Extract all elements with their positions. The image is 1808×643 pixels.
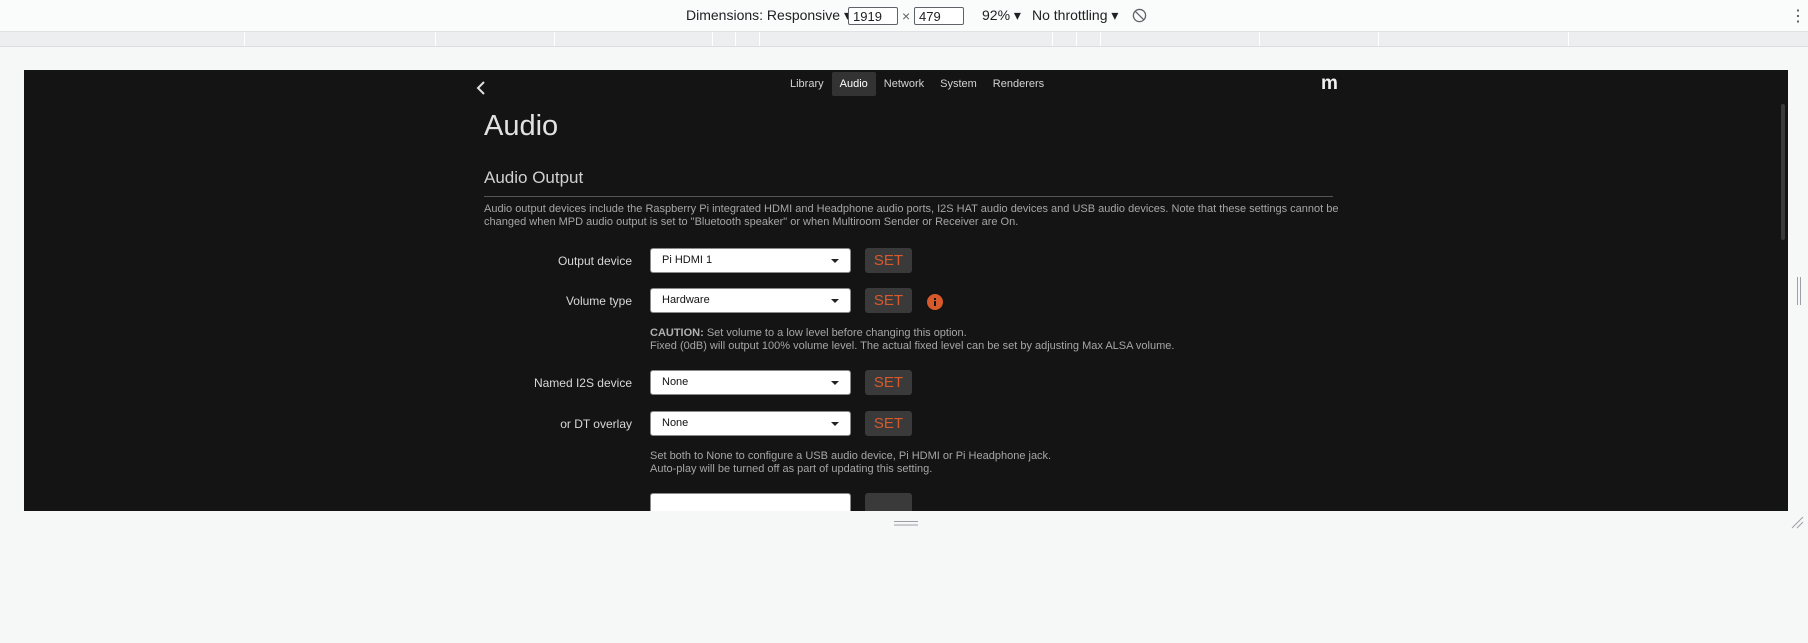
viewport-width-input[interactable]: 1919 [848, 7, 898, 25]
tab-audio[interactable]: Audio [831, 72, 876, 96]
caution-note: CAUTION: Set volume to a low level befor… [650, 327, 1174, 353]
overlay-note-line2: Auto-play will be turned off as part of … [650, 463, 933, 475]
media-query-ruler [0, 32, 1808, 47]
caret-down-icon [831, 381, 839, 385]
ruler-divider [1259, 32, 1260, 46]
caution-line2: Fixed (0dB) will output 100% volume leve… [650, 340, 1175, 352]
ruler-divider [735, 32, 736, 46]
caret-down-icon [831, 422, 839, 426]
page-title: Audio [484, 110, 559, 142]
caution-line1: Set volume to a low level before changin… [703, 327, 967, 339]
overlay-note: Set both to None to configure a USB audi… [650, 450, 1051, 476]
ruler-divider [1568, 32, 1569, 46]
ruler-divider [712, 32, 713, 46]
times-sign: × [902, 8, 911, 24]
resize-width-handle[interactable] [1796, 277, 1802, 305]
info-icon[interactable] [927, 294, 943, 310]
section-divider [484, 196, 1333, 197]
resize-corner-icon[interactable] [1790, 515, 1804, 529]
caret-down-icon [831, 299, 839, 303]
named-i2s-label: Named I2S device [533, 376, 632, 390]
back-chevron-icon[interactable] [472, 78, 492, 98]
overlay-note-line1: Set both to None to configure a USB audi… [650, 450, 1052, 462]
tab-network[interactable]: Network [876, 72, 932, 96]
named-i2s-select[interactable]: None [650, 370, 851, 395]
throttling-dropdown[interactable]: No throttling ▾ [1032, 7, 1118, 24]
select-value: None [662, 417, 689, 429]
ruler-divider [554, 32, 555, 46]
dt-overlay-select[interactable]: None [650, 411, 851, 436]
tab-system[interactable]: System [932, 72, 985, 96]
settings-nav: Library Audio Network System Renderers [782, 72, 1052, 96]
caret-down-icon [831, 259, 839, 263]
page-scrollbar[interactable] [1781, 104, 1785, 240]
ruler-divider [1076, 32, 1077, 46]
ruler-divider [1052, 32, 1053, 46]
named-i2s-set-button[interactable]: SET [865, 370, 912, 395]
tab-library[interactable]: Library [782, 72, 832, 96]
next-setting-set-button[interactable] [865, 493, 912, 511]
volume-type-select[interactable]: Hardware [650, 288, 851, 313]
viewport-height-input[interactable]: 479 [914, 7, 964, 25]
ruler-divider [1100, 32, 1101, 46]
rotate-icon[interactable] [1132, 8, 1147, 23]
moode-logo[interactable]: m [1321, 73, 1338, 95]
dimensions-dropdown[interactable]: Dimensions: Responsive ▾ [686, 7, 851, 24]
output-device-label: Output device [557, 254, 632, 268]
next-setting-select[interactable] [650, 493, 851, 511]
dt-overlay-set-button[interactable]: SET [865, 411, 912, 436]
devtools-device-toolbar: Dimensions: Responsive ▾ 1919 × 479 92% … [0, 0, 1808, 32]
output-device-set-button[interactable]: SET [865, 248, 912, 273]
section-title: Audio Output [484, 168, 584, 187]
output-device-select[interactable]: Pi HDMI 1 [650, 248, 851, 273]
tab-renderers[interactable]: Renderers [985, 72, 1052, 96]
section-description: Audio output devices include the Raspber… [484, 203, 1339, 228]
dt-overlay-label: or DT overlay [560, 417, 632, 431]
more-vert-icon[interactable]: ⋮ [1790, 6, 1806, 26]
ruler-divider [1378, 32, 1379, 46]
volume-type-set-button[interactable]: SET [865, 288, 912, 313]
resize-height-handle[interactable] [894, 520, 918, 527]
select-value: Hardware [662, 294, 710, 306]
emulated-viewport: Library Audio Network System Renderers m… [24, 70, 1788, 511]
volume-type-label: Volume type [565, 294, 632, 308]
ruler-divider [759, 32, 760, 46]
select-value: Pi HDMI 1 [662, 254, 713, 266]
ruler-divider [244, 32, 245, 46]
ruler-divider [435, 32, 436, 46]
caution-prefix: CAUTION: [650, 327, 704, 339]
zoom-dropdown[interactable]: 92% ▾ [982, 7, 1021, 24]
select-value: None [662, 376, 689, 388]
